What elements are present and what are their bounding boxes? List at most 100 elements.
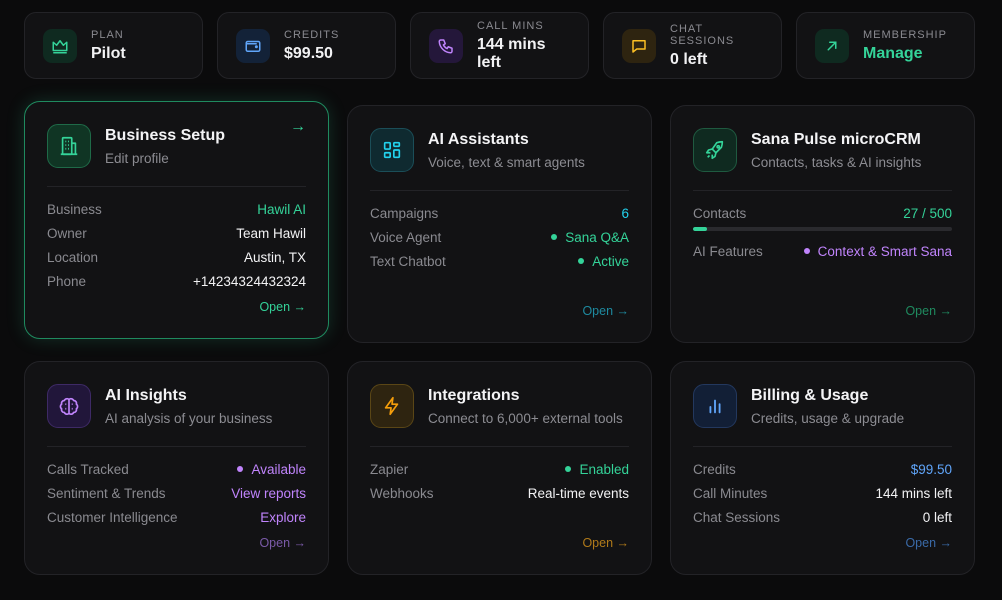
customer-intelligence-row: Customer Intelligence Explore bbox=[47, 505, 306, 529]
brain-icon bbox=[47, 384, 91, 428]
ai-insights-card[interactable]: AI Insights AI analysis of your business… bbox=[24, 361, 329, 575]
voice-agent-value: Sana Q&A bbox=[551, 230, 629, 245]
status-dot bbox=[565, 466, 572, 472]
open-link[interactable]: Open → bbox=[582, 536, 629, 550]
business-setup-card[interactable]: Business Setup Edit profile → Business H… bbox=[24, 101, 329, 339]
chat-sessions-row: Chat Sessions 0 left bbox=[693, 505, 952, 529]
status-text: Context & Smart Sana bbox=[817, 243, 952, 259]
card-title: Integrations bbox=[428, 386, 520, 404]
stat-label: CHAT SESSIONS bbox=[670, 22, 735, 47]
business-row: Business Hawil AI bbox=[47, 197, 306, 221]
stat-plan[interactable]: PLAN Pilot bbox=[24, 12, 203, 79]
contacts-value: 27 / 500 bbox=[903, 205, 952, 221]
webhooks-row: Webhooks Real-time events bbox=[370, 481, 629, 505]
contacts-progress-bar bbox=[693, 227, 952, 231]
status-dot bbox=[237, 466, 244, 472]
grid-icon bbox=[370, 128, 414, 172]
call-minutes-value: 144 mins left bbox=[875, 485, 952, 501]
billing-card[interactable]: Billing & Usage Credits, usage & upgrade… bbox=[670, 361, 975, 575]
location-value: Austin, TX bbox=[243, 249, 306, 265]
card-subtitle: Contacts, tasks & AI insights bbox=[751, 154, 922, 170]
open-link[interactable]: Open → bbox=[905, 536, 952, 550]
credits-row: Credits $99.50 bbox=[693, 457, 952, 481]
divider bbox=[47, 186, 306, 187]
sentiment-row: Sentiment & Trends View reports bbox=[47, 481, 306, 505]
card-title: AI Insights bbox=[105, 386, 187, 404]
row-label: Calls Tracked bbox=[47, 461, 129, 477]
phone-value: +14234324432324 bbox=[193, 273, 306, 289]
ai-features-row: AI Features Context & Smart Sana bbox=[693, 239, 952, 263]
row-label: Sentiment & Trends bbox=[47, 485, 166, 501]
status-text: Sana Q&A bbox=[565, 229, 629, 245]
microcrm-card[interactable]: Sana Pulse microCRM Contacts, tasks & AI… bbox=[670, 105, 975, 343]
ai-assistants-card[interactable]: AI Assistants Voice, text & smart agents… bbox=[347, 105, 652, 343]
divider bbox=[47, 446, 306, 447]
divider bbox=[370, 446, 629, 447]
card-title: AI Assistants bbox=[428, 130, 529, 148]
card-title: Sana Pulse microCRM bbox=[751, 130, 921, 148]
open-link[interactable]: Open → bbox=[259, 300, 306, 314]
wallet-icon bbox=[236, 28, 270, 63]
campaigns-row: Campaigns 6 bbox=[370, 201, 629, 225]
stat-call-mins[interactable]: CALL MINS 144 mins left bbox=[410, 12, 589, 79]
arrow-right-icon[interactable]: → bbox=[290, 118, 306, 136]
row-label: Webhooks bbox=[370, 485, 434, 501]
card-subtitle: AI analysis of your business bbox=[105, 410, 273, 426]
owner-value: Team Hawil bbox=[236, 225, 306, 241]
row-label: Zapier bbox=[370, 461, 409, 477]
row-label: Campaigns bbox=[370, 205, 439, 221]
campaigns-value: 6 bbox=[621, 205, 629, 221]
divider bbox=[693, 446, 952, 447]
text-chatbot-value: Active bbox=[578, 254, 629, 269]
location-row: Location Austin, TX bbox=[47, 245, 306, 269]
calls-tracked-value: Available bbox=[237, 462, 306, 477]
row-label: AI Features bbox=[693, 243, 763, 259]
divider bbox=[693, 190, 952, 191]
stat-membership[interactable]: MEMBERSHIP Manage bbox=[796, 12, 975, 79]
stat-value: 0 left bbox=[670, 50, 708, 68]
row-label: Chat Sessions bbox=[693, 509, 781, 525]
manage-membership-link[interactable]: Manage bbox=[863, 45, 947, 63]
call-minutes-row: Call Minutes 144 mins left bbox=[693, 481, 952, 505]
row-label: Business bbox=[47, 201, 102, 217]
row-label: Location bbox=[47, 249, 99, 265]
stat-credits[interactable]: CREDITS $99.50 bbox=[217, 12, 396, 79]
integrations-card[interactable]: Integrations Connect to 6,000+ external … bbox=[347, 361, 652, 575]
row-label: Phone bbox=[47, 273, 87, 289]
status-text: Enabled bbox=[579, 461, 629, 477]
stat-label: CALL MINS bbox=[477, 19, 544, 32]
row-label: Text Chatbot bbox=[370, 253, 446, 269]
chat-sessions-value: 0 left bbox=[922, 509, 952, 525]
explore-link[interactable]: Explore bbox=[260, 510, 306, 525]
status-dot bbox=[578, 258, 585, 264]
row-label: Call Minutes bbox=[693, 485, 768, 501]
zapier-row: Zapier Enabled bbox=[370, 457, 629, 481]
lightning-icon bbox=[370, 384, 414, 428]
phone-row: Phone +14234324432324 bbox=[47, 269, 306, 293]
stat-value: $99.50 bbox=[284, 44, 333, 62]
open-link[interactable]: Open → bbox=[259, 536, 306, 550]
chat-icon bbox=[622, 28, 656, 63]
card-subtitle: Edit profile bbox=[105, 150, 169, 166]
zapier-value: Enabled bbox=[565, 462, 629, 477]
view-reports-link[interactable]: View reports bbox=[231, 486, 306, 501]
owner-row: Owner Team Hawil bbox=[47, 221, 306, 245]
card-subtitle: Voice, text & smart agents bbox=[428, 154, 585, 170]
ai-features-value: Context & Smart Sana bbox=[803, 243, 952, 259]
arrow-up-right-icon bbox=[815, 28, 849, 63]
status-dot bbox=[803, 248, 810, 254]
bar-chart-icon bbox=[693, 384, 737, 428]
contacts-row: Contacts 27 / 500 bbox=[693, 201, 952, 225]
open-link[interactable]: Open → bbox=[582, 304, 629, 318]
phone-icon bbox=[429, 28, 463, 63]
stat-label: PLAN bbox=[91, 28, 124, 41]
card-title: Business Setup bbox=[105, 126, 226, 144]
stat-chat-sessions[interactable]: CHAT SESSIONS 0 left bbox=[603, 12, 782, 79]
open-link[interactable]: Open → bbox=[905, 304, 952, 318]
rocket-icon bbox=[693, 128, 737, 172]
status-text: Available bbox=[251, 461, 306, 477]
card-title: Billing & Usage bbox=[751, 386, 869, 404]
row-label: Voice Agent bbox=[370, 229, 442, 245]
crown-icon bbox=[43, 28, 77, 63]
text-chatbot-row: Text Chatbot Active bbox=[370, 249, 629, 273]
